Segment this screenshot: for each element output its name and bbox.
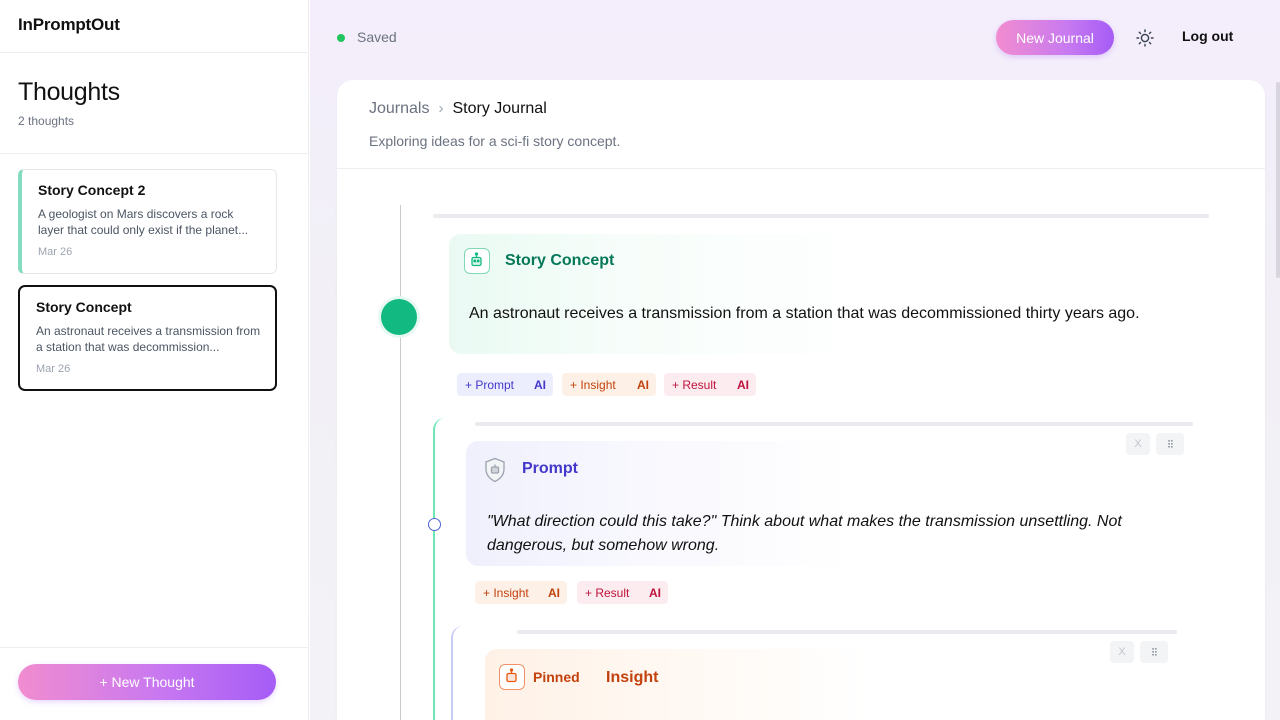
scrollbar-thumb[interactable] [1276, 82, 1280, 278]
thoughts-title: Thoughts [18, 78, 120, 106]
sidebar-divider [0, 647, 309, 648]
thought-card-title: Story Concept 2 [38, 182, 146, 198]
drag-handle-icon[interactable]: ⁝⁝ [1156, 433, 1184, 455]
add-result-chip[interactable]: + Result AI [664, 373, 756, 396]
thought-card-story-concept-2[interactable]: Story Concept 2 A geologist on Mars disc… [18, 169, 277, 274]
timeline-node-dot[interactable] [381, 299, 417, 335]
journal-panel: Journals › Story Journal Exploring ideas f… [337, 80, 1265, 720]
sun-icon[interactable] [1135, 28, 1155, 48]
story-concept-title: Story Concept [505, 252, 615, 269]
chip-label: + Prompt [465, 377, 515, 392]
brand-logo[interactable]: InPromptOut [18, 15, 120, 35]
thoughts-count: 2 thoughts [18, 114, 75, 128]
add-insight-chip[interactable]: + Insight AI [475, 581, 567, 604]
story-concept-text[interactable]: An astronaut receives a transmission fro… [469, 302, 1169, 326]
main-area: Saved New Journal Log out Journals › Story… [310, 0, 1280, 720]
ai-badge[interactable]: AI [534, 378, 546, 392]
logout-button[interactable]: Log out [1182, 28, 1233, 44]
journal-description: Exploring ideas for a sci-fi story conce… [369, 133, 621, 149]
thought-card-preview: An astronaut receives a transmission fro… [36, 324, 261, 354]
insight-title: Insight [606, 669, 659, 686]
pinned-badge[interactable]: Pinned [533, 669, 580, 685]
pin-robot-icon [499, 664, 525, 690]
breadcrumb: Journals › Story Journal [369, 100, 547, 118]
new-thought-button[interactable]: + New Thought [18, 664, 276, 700]
drag-handle-icon[interactable]: ⁝⁝ [1140, 641, 1168, 663]
new-journal-button[interactable]: New Journal [996, 20, 1114, 55]
timeline-line [400, 205, 401, 720]
ai-badge[interactable]: AI [649, 586, 661, 600]
ai-badge[interactable]: AI [637, 378, 649, 392]
saved-status-text: Saved [357, 29, 397, 45]
breadcrumb-current: Story Journal [452, 100, 547, 117]
timeline-node-dot[interactable] [428, 518, 441, 531]
close-node-button[interactable]: X [1126, 433, 1150, 455]
prompt-title: Prompt [522, 460, 578, 477]
chip-label: + Insight [483, 585, 529, 600]
thought-card-story-concept[interactable]: Story Concept An astronaut receives a tr… [18, 285, 277, 391]
thought-card-date: Mar 26 [38, 246, 73, 258]
chip-label: + Result [585, 585, 630, 600]
breadcrumb-journals-link[interactable]: Journals [369, 100, 429, 117]
add-prompt-chip[interactable]: + Prompt AI [457, 373, 553, 396]
saved-status-dot [337, 34, 345, 42]
robot-icon [464, 248, 490, 274]
close-node-button[interactable]: X [1110, 641, 1134, 663]
node-top-bar [433, 214, 1209, 218]
breadcrumb-separator: › [438, 100, 444, 117]
insight-node [485, 649, 1185, 720]
ai-badge[interactable]: AI [548, 586, 560, 600]
node-top-bar [517, 630, 1177, 634]
thought-card-date: Mar 26 [36, 363, 71, 375]
panel-divider [337, 168, 1265, 169]
sidebar: InPromptOut Thoughts 2 thoughts Story Co… [0, 0, 309, 720]
chip-label: + Insight [570, 377, 616, 392]
thought-card-preview: A geologist on Mars discovers a rock lay… [38, 207, 249, 237]
add-result-chip[interactable]: + Result AI [577, 581, 668, 604]
shield-robot-icon [484, 457, 506, 483]
add-insight-chip[interactable]: + Insight AI [562, 373, 656, 396]
prompt-text[interactable]: "What direction could this take?" Think … [487, 510, 1177, 558]
thought-card-title: Story Concept [36, 299, 132, 315]
ai-badge[interactable]: AI [737, 378, 749, 392]
node-top-bar [475, 422, 1193, 426]
sidebar-divider [0, 52, 309, 53]
chip-label: + Result [672, 377, 717, 392]
sidebar-divider [0, 153, 309, 154]
